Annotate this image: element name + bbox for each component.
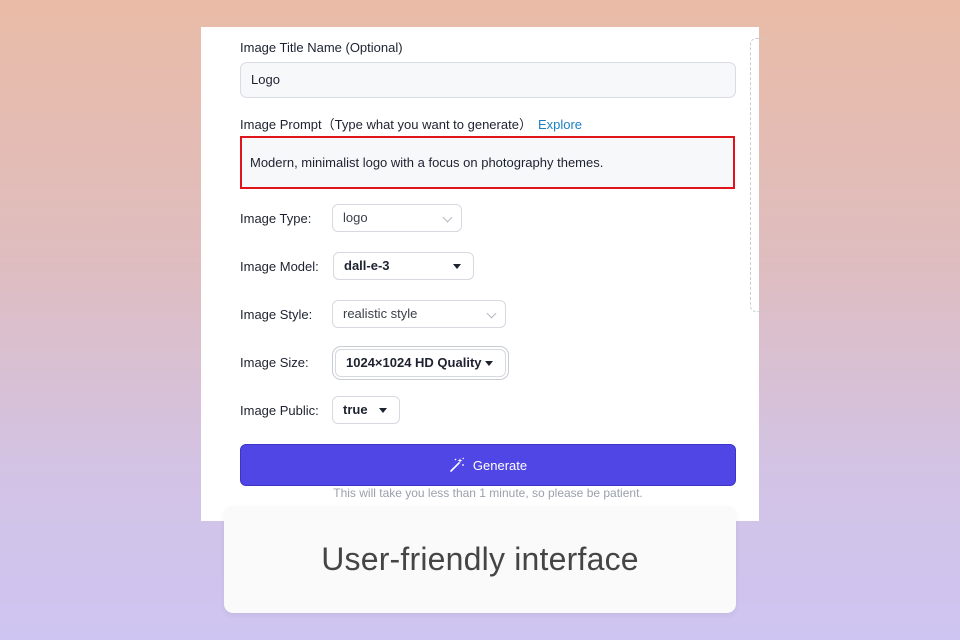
model-select[interactable]: dall-e-3 — [333, 252, 474, 280]
caption-banner: User-friendly interface — [224, 506, 736, 613]
wait-note: This will take you less than 1 minute, s… — [333, 486, 643, 500]
public-select-value: true — [343, 402, 368, 417]
size-select-value: 1024×1024 HD Quality — [346, 355, 482, 370]
caret-down-icon — [379, 408, 387, 413]
public-select[interactable]: true — [332, 396, 400, 424]
magic-wand-icon — [449, 457, 465, 473]
caret-down-icon — [453, 264, 461, 269]
prompt-label-row: Image Prompt（Type what you want to gener… — [240, 114, 582, 133]
style-label: Image Style: — [240, 307, 313, 322]
prompt-textarea[interactable]: Modern, minimalist logo with a focus on … — [240, 136, 735, 189]
style-select[interactable]: realistic style — [332, 300, 506, 328]
upload-area-edge — [750, 38, 766, 312]
explore-link[interactable]: Explore — [538, 117, 582, 132]
model-select-value: dall-e-3 — [344, 258, 390, 273]
prompt-hint: （Type what you want to generate） — [321, 117, 532, 132]
caption-text: User-friendly interface — [321, 541, 639, 577]
generate-button-label: Generate — [472, 457, 528, 473]
type-label: Image Type: — [240, 211, 312, 226]
model-label: Image Model: — [240, 259, 319, 274]
title-label: Image Title Name (Optional) — [240, 40, 403, 55]
public-label: Image Public: — [240, 403, 319, 418]
style-select-value: realistic style — [343, 306, 418, 321]
size-select[interactable]: 1024×1024 HD Quality — [335, 349, 506, 377]
chevron-down-icon — [442, 212, 453, 223]
type-select[interactable]: logo — [332, 204, 462, 232]
size-label: Image Size: — [240, 355, 309, 370]
type-select-value: logo — [343, 210, 368, 225]
caret-down-icon — [485, 361, 493, 366]
title-input[interactable]: Logo — [240, 62, 736, 98]
chevron-down-icon — [486, 308, 497, 319]
generate-button[interactable]: Generate — [240, 444, 736, 486]
prompt-label: Image Prompt — [240, 117, 322, 132]
